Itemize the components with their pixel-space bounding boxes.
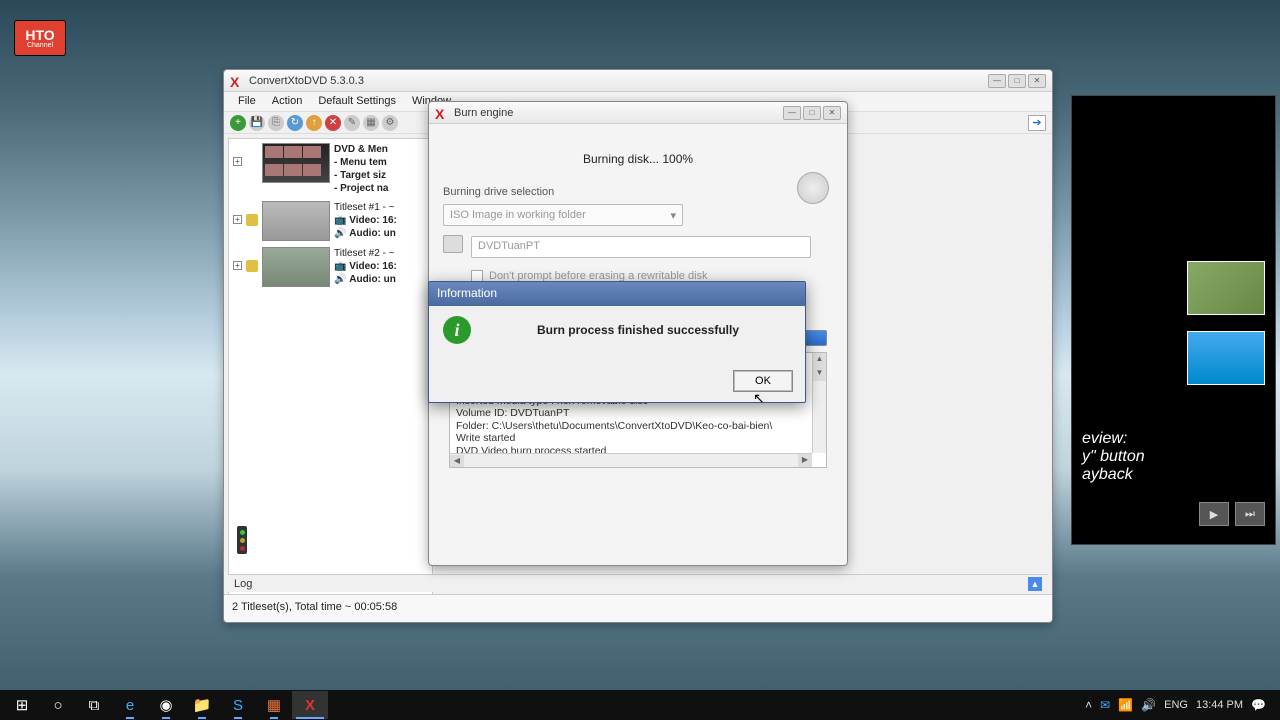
cortana-icon[interactable]: ○: [40, 691, 76, 719]
burn-titlebar[interactable]: X Burn engine — □ ✕: [429, 102, 847, 124]
preview-thumb-2[interactable]: [1187, 331, 1265, 385]
edge-icon[interactable]: e: [112, 691, 148, 719]
toolbar-btn-7[interactable]: ✎: [344, 115, 360, 131]
system-tray[interactable]: ˄ ✉ 📶 🔊 ENG 13:44 PM 💬: [1085, 698, 1276, 712]
info-icon: i: [443, 316, 471, 344]
dvd-menu-info: DVD & Men - Menu tem - Target siz - Proj…: [334, 143, 388, 195]
up-button[interactable]: ↑: [306, 115, 322, 131]
info-dialog-title: Information: [429, 282, 805, 306]
volume-icon[interactable]: 🔊: [1141, 698, 1156, 712]
preview-next-button[interactable]: ⏭: [1235, 502, 1265, 526]
burn-window-title: Burn engine: [454, 107, 783, 119]
toolbar-btn-8[interactable]: ▦: [363, 115, 379, 131]
scroll-up-icon[interactable]: ▲: [813, 353, 826, 367]
language-indicator[interactable]: ENG: [1164, 699, 1188, 711]
forward-arrow-button[interactable]: ➔: [1028, 115, 1046, 131]
start-button[interactable]: ⊞: [4, 691, 40, 719]
folder-icon: [246, 214, 258, 226]
convertx-taskbar-icon[interactable]: X: [292, 691, 328, 719]
drive-selection-label: Burning drive selection: [443, 186, 833, 198]
app-icon: X: [230, 74, 244, 88]
burn-status-text: Burning disk... 100%: [443, 152, 833, 166]
status-bar: 2 Titleset(s), Total time ~ 00:05:58: [224, 594, 1052, 622]
delete-button[interactable]: ✕: [325, 115, 341, 131]
tree-titleset-1[interactable]: + Titleset #1 - ~ 📺 Video: 16: 🔊 Audio: …: [233, 201, 428, 241]
drive-selection-combo[interactable]: ISO Image in working folder: [443, 204, 683, 226]
channel-logo: HTO Channel: [14, 20, 66, 56]
logo-sub-text: Channel: [27, 42, 53, 49]
app-icon-1[interactable]: ▦: [256, 691, 292, 719]
burn-maximize-button[interactable]: □: [803, 106, 821, 120]
drive-selection-value: ISO Image in working folder: [450, 209, 586, 221]
video-preview-pane: eview: y" button ayback ▶ ⏭: [1071, 95, 1276, 545]
volume-icon: [443, 235, 463, 253]
network-icon[interactable]: 📶: [1118, 698, 1133, 712]
menu-file[interactable]: File: [230, 92, 264, 111]
project-tree[interactable]: + DVD & Men - Menu tem - Target siz - Pr…: [228, 138, 433, 610]
save-button[interactable]: 💾: [249, 115, 265, 131]
preview-overlay-text: eview: y" button ayback: [1082, 430, 1145, 484]
main-window-title: ConvertXtoDVD 5.3.0.3: [249, 75, 988, 87]
tray-chevron-icon[interactable]: ˄: [1085, 698, 1092, 712]
log-expand-button[interactable]: ▲: [1028, 577, 1042, 591]
skype-icon[interactable]: S: [220, 691, 256, 719]
status-text: 2 Titleset(s), Total time ~ 00:05:58: [232, 601, 397, 613]
close-button[interactable]: ✕: [1028, 74, 1046, 88]
tree-dvd-menu-item[interactable]: + DVD & Men - Menu tem - Target siz - Pr…: [233, 143, 428, 195]
windows-taskbar[interactable]: ⊞ ○ ⧉ e ◉ 📁 S ▦ X ˄ ✉ 📶 🔊 ENG 13:44 PM 💬: [0, 690, 1280, 720]
ok-button[interactable]: OK: [733, 370, 793, 392]
titleset1-info: Titleset #1 - ~ 📺 Video: 16: 🔊 Audio: un: [334, 201, 397, 240]
preview-thumb-1[interactable]: [1187, 261, 1265, 315]
burn-close-button[interactable]: ✕: [823, 106, 841, 120]
dvd-menu-thumbnail: [262, 143, 330, 183]
log-vscrollbar[interactable]: ▲ ▼: [812, 353, 826, 453]
outlook-icon[interactable]: ✉: [1100, 698, 1110, 712]
task-view-icon[interactable]: ⧉: [76, 691, 112, 719]
maximize-button[interactable]: □: [1008, 74, 1026, 88]
disc-icon: [797, 172, 829, 204]
clock[interactable]: 13:44 PM: [1196, 699, 1243, 711]
volume-name-value: DVDTuanPT: [478, 240, 540, 252]
preview-play-button[interactable]: ▶: [1199, 502, 1229, 526]
minimize-button[interactable]: —: [988, 74, 1006, 88]
toolbar-btn-9[interactable]: ⚙: [382, 115, 398, 131]
menu-default-settings[interactable]: Default Settings: [310, 92, 404, 111]
log-label: Log: [234, 578, 252, 590]
status-traffic-light: [237, 526, 247, 554]
expand-icon[interactable]: +: [233, 261, 242, 270]
main-titlebar[interactable]: X ConvertXtoDVD 5.3.0.3 — □ ✕: [224, 70, 1052, 92]
scroll-right-icon[interactable]: ▶: [798, 454, 812, 467]
titleset2-info: Titleset #2 - ~ 📺 Video: 16: 🔊 Audio: un: [334, 247, 397, 286]
add-button[interactable]: +: [230, 115, 246, 131]
app-icon: X: [435, 106, 449, 120]
refresh-button[interactable]: ↻: [287, 115, 303, 131]
volume-name-input[interactable]: DVDTuanPT: [471, 236, 811, 258]
toolbar-btn-3[interactable]: ⎘: [268, 115, 284, 131]
logo-main-text: HTO: [25, 28, 54, 42]
expand-icon[interactable]: +: [233, 157, 242, 166]
log-hscrollbar[interactable]: ◀ ▶: [450, 453, 812, 467]
information-dialog: Information i Burn process finished succ…: [428, 281, 806, 403]
burn-minimize-button[interactable]: —: [783, 106, 801, 120]
expand-icon[interactable]: +: [233, 215, 242, 224]
file-explorer-icon[interactable]: 📁: [184, 691, 220, 719]
scroll-left-icon[interactable]: ◀: [450, 455, 464, 468]
menu-action[interactable]: Action: [264, 92, 311, 111]
info-dialog-message: Burn process finished successfully: [485, 323, 791, 337]
folder-icon: [246, 260, 258, 272]
tree-titleset-2[interactable]: + Titleset #2 - ~ 📺 Video: 16: 🔊 Audio: …: [233, 247, 428, 287]
titleset2-thumbnail: [262, 247, 330, 287]
scroll-down-icon[interactable]: ▼: [813, 367, 826, 381]
titleset1-thumbnail: [262, 201, 330, 241]
log-bar[interactable]: Log ▲: [228, 574, 1048, 592]
notification-icon[interactable]: 💬: [1251, 698, 1266, 712]
chrome-icon[interactable]: ◉: [148, 691, 184, 719]
